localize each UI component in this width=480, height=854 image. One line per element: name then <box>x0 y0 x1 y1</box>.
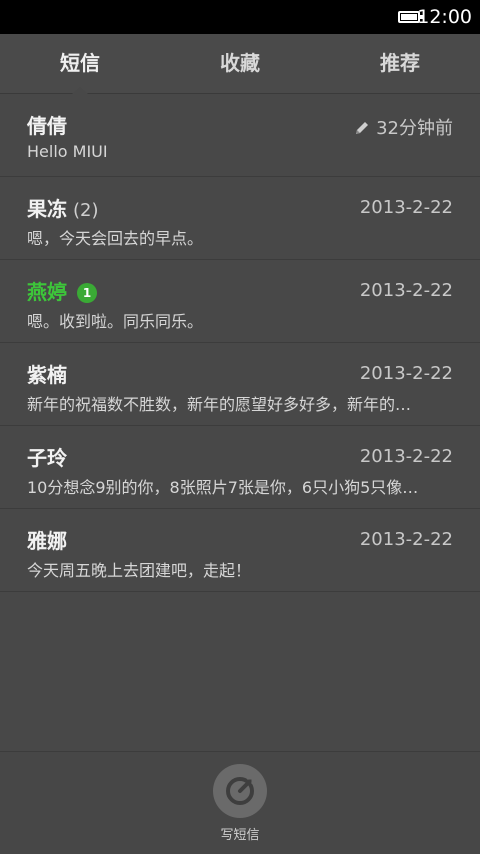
message-preview: Hello MIUI <box>27 142 108 161</box>
contact-name: 子玲 <box>27 446 67 470</box>
message-time: 2013-2-22 <box>359 197 453 218</box>
contact-name-wrap: 燕婷 1 <box>27 276 97 305</box>
message-time: 2013-2-22 <box>359 363 453 384</box>
conversation-row[interactable]: 倩倩 32分钟前 Hello MIUI <box>0 94 480 177</box>
contact-name: 倩倩 <box>27 114 67 138</box>
message-preview: 嗯，今天会回去的早点。 <box>27 229 204 248</box>
tab-messages[interactable]: 短信 <box>0 34 160 94</box>
status-clock: 12:00 <box>417 6 472 28</box>
contact-name: 燕婷 <box>27 280 67 304</box>
conversation-row[interactable]: 子玲 2013-2-22 10分想念9别的你，8张照片7张是你，6只小狗5只像… <box>0 426 480 509</box>
contact-name: 雅娜 <box>27 529 67 553</box>
tab-recommend[interactable]: 推荐 <box>320 34 480 93</box>
tab-label: 推荐 <box>380 51 420 75</box>
tab-label: 收藏 <box>220 51 260 75</box>
active-tab-indicator <box>72 87 88 94</box>
message-preview: 10分想念9别的你，8张照片7张是你，6只小狗5只像… <box>27 478 419 497</box>
message-time: 32分钟前 <box>354 114 453 140</box>
message-preview: 今天周五晚上去团建吧，走起！ <box>27 561 252 580</box>
tab-bar: 短信 收藏 推荐 <box>0 34 480 94</box>
conversation-row[interactable]: 燕婷 1 2013-2-22 嗯。收到啦。同乐同乐。 <box>0 260 480 343</box>
conversation-row[interactable]: 紫楠 2013-2-22 新年的祝福数不胜数，新年的愿望好多好多，新年的… <box>0 343 480 426</box>
compose-button[interactable] <box>213 764 267 818</box>
pencil-icon <box>356 122 369 134</box>
contact-name-wrap: 果冻 (2) <box>27 193 99 222</box>
contact-name: 紫楠 <box>27 363 67 387</box>
message-time: 2013-2-22 <box>359 446 453 467</box>
bottom-action-bar: 写短信 <box>0 751 480 854</box>
tab-favorites[interactable]: 收藏 <box>160 34 320 93</box>
message-count: (2) <box>73 200 99 221</box>
compose-icon <box>226 776 255 805</box>
conversation-row[interactable]: 雅娜 2013-2-22 今天周五晚上去团建吧，走起！ <box>0 509 480 592</box>
unread-badge: 1 <box>77 283 97 303</box>
message-preview: 新年的祝福数不胜数，新年的愿望好多好多，新年的… <box>27 395 412 414</box>
message-time: 2013-2-22 <box>359 529 453 550</box>
message-preview: 嗯。收到啦。同乐同乐。 <box>27 312 204 331</box>
message-time: 2013-2-22 <box>359 280 453 301</box>
contact-name: 果冻 <box>27 197 67 221</box>
time-text: 32分钟前 <box>376 118 453 139</box>
tab-label: 短信 <box>60 51 100 75</box>
status-bar: 12:00 <box>0 0 480 34</box>
conversation-list: 倩倩 32分钟前 Hello MIUI 果冻 (2) 2013-2-22 嗯，今天… <box>0 94 480 592</box>
conversation-row[interactable]: 果冻 (2) 2013-2-22 嗯，今天会回去的早点。 <box>0 177 480 260</box>
compose-label: 写短信 <box>220 828 260 843</box>
